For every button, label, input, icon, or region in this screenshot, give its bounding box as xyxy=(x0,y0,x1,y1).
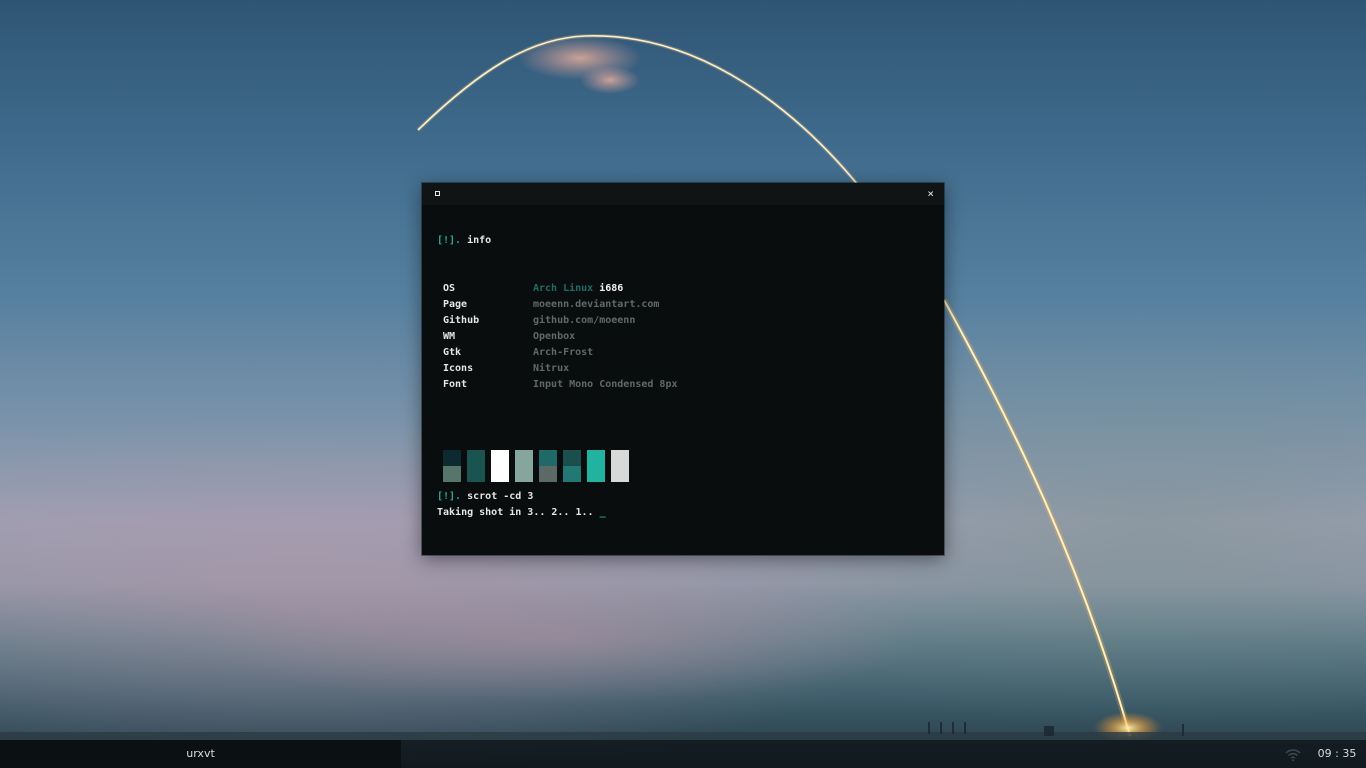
swatch-bottom xyxy=(491,466,509,482)
command-output: Taking shot in 3.. 2.. 1.. _ xyxy=(437,505,606,521)
info-key: Github xyxy=(443,315,480,326)
taskbar-item-label: urxvt xyxy=(186,747,215,760)
swatch-top xyxy=(515,450,533,466)
info-key: Font xyxy=(443,379,468,390)
text-cursor: _ xyxy=(599,507,606,518)
info-key: Gtk xyxy=(443,347,462,358)
taskbar-item-urxvt[interactable]: urxvt xyxy=(0,740,401,768)
swatch-bottom xyxy=(587,466,605,482)
command-line-scrot: [!]. scrot -cd 3 xyxy=(437,489,533,505)
info-row-github: Github github.com/moeenn xyxy=(443,313,743,329)
color-swatch xyxy=(611,450,629,482)
window-titlebar[interactable]: × xyxy=(422,183,944,205)
swatch-bottom xyxy=(467,466,485,482)
os-arch: i686 xyxy=(599,283,624,294)
terminal-window[interactable]: × [!]. info OS Arch Linux i686 Page moee… xyxy=(422,183,944,555)
color-swatch xyxy=(515,450,533,482)
color-swatch xyxy=(467,450,485,482)
terminal-content[interactable]: [!]. info OS Arch Linux i686 Page moeenn… xyxy=(422,205,944,555)
prompt-marker: [!]. xyxy=(437,235,462,246)
color-swatch xyxy=(563,450,581,482)
os-name: Arch Linux xyxy=(533,283,594,294)
info-row-wm: WM Openbox xyxy=(443,329,743,345)
command-line-info: [!]. info xyxy=(437,233,491,249)
info-row-icons: Icons Nitrux xyxy=(443,361,743,377)
swatch-bottom xyxy=(443,466,461,482)
info-key: WM xyxy=(443,331,456,342)
color-swatch xyxy=(443,450,461,482)
info-value: Arch Linux i686 xyxy=(533,281,623,297)
taskbar: urxvt xyxy=(0,740,1366,768)
color-swatch xyxy=(491,450,509,482)
info-key: Page xyxy=(443,299,468,310)
info-row-os: OS Arch Linux i686 xyxy=(443,281,743,297)
info-row-font: Font Input Mono Condensed 8px xyxy=(443,377,743,393)
info-value: Input Mono Condensed 8px xyxy=(533,379,678,390)
output-text: Taking shot in 3.. 2.. 1.. xyxy=(437,507,594,518)
info-key: OS xyxy=(443,283,456,294)
taskbar-clock[interactable]: 09 : 35 xyxy=(1314,740,1360,768)
info-value: Nitrux xyxy=(533,363,570,374)
close-icon[interactable]: × xyxy=(927,186,934,202)
color-swatch xyxy=(587,450,605,482)
command-text: info xyxy=(467,235,492,246)
swatch-top xyxy=(443,450,461,466)
color-swatch xyxy=(539,450,557,482)
swatch-bottom xyxy=(611,466,629,482)
wifi-icon[interactable] xyxy=(1285,748,1301,762)
swatch-top xyxy=(563,450,581,466)
info-row-page: Page moeenn.deviantart.com xyxy=(443,297,743,313)
swatch-top xyxy=(587,450,605,466)
swatch-top xyxy=(491,450,509,466)
swatch-bottom xyxy=(515,466,533,482)
info-value: moeenn.deviantart.com xyxy=(533,299,660,310)
swatch-top xyxy=(467,450,485,466)
swatch-top xyxy=(539,450,557,466)
swatch-top xyxy=(611,450,629,466)
info-row-gtk: Gtk Arch-Frost xyxy=(443,345,743,361)
swatch-bottom xyxy=(539,466,557,482)
swatch-bottom xyxy=(563,466,581,482)
prompt-marker: [!]. xyxy=(437,491,462,502)
command-text: scrot -cd 3 xyxy=(467,491,534,502)
info-value: github.com/moeenn xyxy=(533,315,636,326)
window-icon[interactable] xyxy=(435,191,440,196)
info-value: Arch-Frost xyxy=(533,347,594,358)
info-value: Openbox xyxy=(533,331,576,342)
info-key: Icons xyxy=(443,363,474,374)
